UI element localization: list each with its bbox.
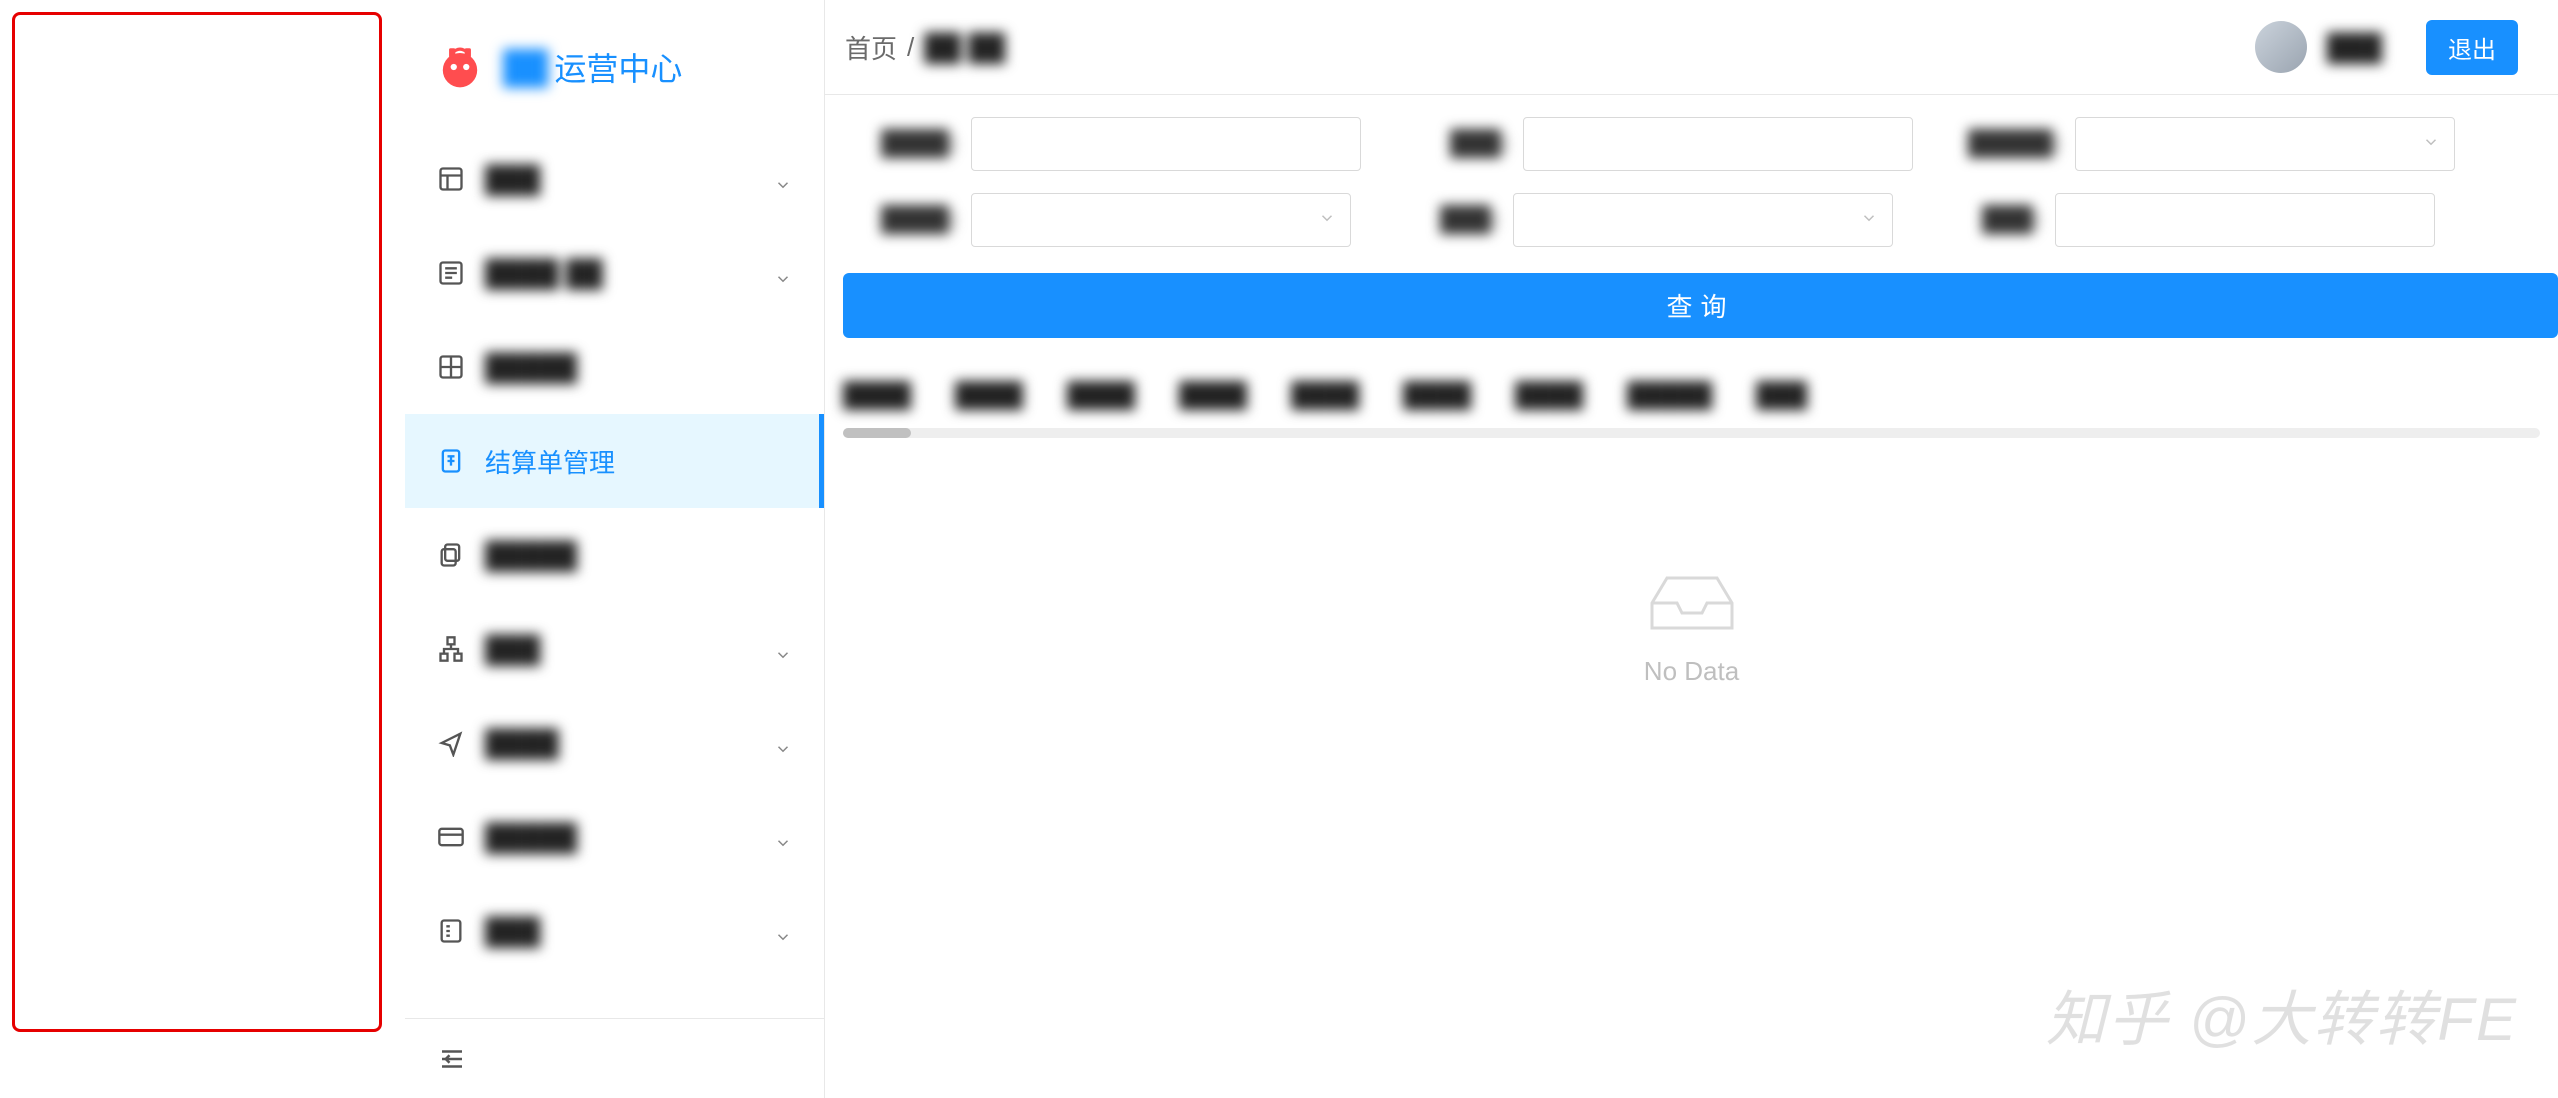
watermark: 知乎 @大转转FE	[2046, 971, 2518, 1058]
collapse-sidebar-icon[interactable]	[437, 1044, 467, 1074]
filter-field-1: ████:	[837, 117, 1361, 171]
chevron-down-icon	[1860, 207, 1878, 233]
filter-row-1: ████: ███: █████:	[825, 95, 2558, 171]
list-icon	[437, 259, 465, 287]
filter-input-6[interactable]	[2055, 193, 2435, 247]
filter-label: █████:	[1941, 130, 2061, 158]
filter-label: ████:	[837, 206, 957, 234]
sidebar-menu: ███ ████ ██ █████ 结算单管理 █████ ███ ████	[405, 132, 824, 1018]
org-icon	[437, 635, 465, 663]
filter-select-4[interactable]	[971, 193, 1351, 247]
filter-select-3[interactable]	[2075, 117, 2455, 171]
filter-row-2: ████: ███: ███:	[825, 171, 2558, 247]
filter-label: ███:	[1921, 206, 2041, 234]
receipt-icon	[437, 447, 465, 475]
chevron-down-icon	[774, 734, 792, 752]
sidebar-item-label: ███	[485, 634, 774, 665]
table-col: █████	[1627, 382, 1712, 410]
filter-field-4: ████:	[837, 193, 1351, 247]
chevron-down-icon	[1318, 207, 1336, 233]
sidebar-item-2[interactable]: █████	[405, 320, 824, 414]
chevron-down-icon	[2422, 131, 2440, 157]
chevron-down-icon	[774, 264, 792, 282]
breadcrumb-home[interactable]: 首页	[845, 29, 897, 66]
table-col: ████	[1067, 382, 1135, 410]
table-header: ████ ████ ████ ████ ████ ████ ████ █████…	[825, 360, 2558, 428]
sidebar-item-label: █████	[485, 540, 792, 571]
module-icon	[437, 165, 465, 193]
card-icon	[437, 823, 465, 851]
breadcrumb: 首页 / ██ ██	[845, 29, 1005, 66]
sidebar-item-label: ███	[485, 916, 774, 947]
brand: ██ 运营中心	[405, 0, 824, 132]
chevron-down-icon	[774, 828, 792, 846]
copy-icon	[437, 541, 465, 569]
brand-title-prefix-blur: ██	[503, 49, 548, 86]
logout-button[interactable]: 退出	[2426, 20, 2518, 75]
filter-field-5: ███:	[1379, 193, 1893, 247]
table-col: ████	[843, 382, 911, 410]
sidebar-item-label: ███	[485, 164, 774, 195]
sidebar-item-label: 结算单管理	[485, 443, 787, 480]
sidebar-item-6[interactable]: ████	[405, 696, 824, 790]
table-col: ████	[1179, 382, 1247, 410]
breadcrumb-current: ██ ██	[924, 32, 1005, 63]
sidebar-item-1[interactable]: ████ ██	[405, 226, 824, 320]
share-icon	[437, 729, 465, 757]
user-area: ███ 退出	[2255, 20, 2518, 75]
filter-field-2: ███:	[1389, 117, 1913, 171]
chevron-down-icon	[774, 170, 792, 188]
table-col: ███	[1756, 382, 1807, 410]
annotation-red-box	[12, 12, 382, 1032]
filter-label: ███:	[1389, 130, 1509, 158]
filter-input-2[interactable]	[1523, 117, 1913, 171]
content: ████: ███: █████: ████:	[825, 95, 2558, 1098]
sidebar-item-label: █████	[485, 352, 792, 383]
sidebar-item-label: █████	[485, 822, 774, 853]
sidebar-footer	[405, 1018, 824, 1098]
filter-label: ████:	[837, 130, 957, 158]
sidebar-item-4[interactable]: █████	[405, 508, 824, 602]
topbar: 首页 / ██ ██ ███ 退出	[825, 0, 2558, 95]
form-icon	[437, 917, 465, 945]
table-col: ████	[1403, 382, 1471, 410]
filter-field-3: █████:	[1941, 117, 2455, 171]
chevron-down-icon	[774, 922, 792, 940]
brand-logo-icon	[435, 42, 485, 92]
table-col: ████	[955, 382, 1023, 410]
filter-select-5[interactable]	[1513, 193, 1893, 247]
avatar[interactable]	[2255, 21, 2307, 73]
table-col: ████	[1515, 382, 1583, 410]
sidebar-item-7[interactable]: █████	[405, 790, 824, 884]
sidebar-item-label: ████	[485, 728, 774, 759]
brand-title: ██ 运营中心	[503, 44, 682, 90]
query-button[interactable]: 查询	[843, 273, 2558, 338]
filter-input-1[interactable]	[971, 117, 1361, 171]
sidebar-item-0[interactable]: ███	[405, 132, 824, 226]
breadcrumb-sep: /	[907, 32, 914, 63]
sidebar-item-5[interactable]: ███	[405, 602, 824, 696]
main: 首页 / ██ ██ ███ 退出 ████: ███: █████:	[825, 0, 2558, 1098]
brand-title-suffix: 运营中心	[554, 44, 682, 90]
grid-icon	[437, 353, 465, 381]
sidebar-item-8[interactable]: ███	[405, 884, 824, 978]
filter-label: ███:	[1379, 206, 1499, 234]
username: ███	[2327, 32, 2382, 63]
sidebar: ██ 运营中心 ███ ████ ██ █████ 结算单管理 █████	[405, 0, 825, 1098]
empty-text: No Data	[1644, 656, 1739, 687]
chevron-down-icon	[774, 640, 792, 658]
horizontal-scrollbar[interactable]	[843, 428, 2540, 438]
table-col: ████	[1291, 382, 1359, 410]
sidebar-item-label: ████ ██	[485, 258, 774, 289]
inbox-empty-icon	[1642, 558, 1742, 638]
filter-field-6: ███:	[1921, 193, 2435, 247]
sidebar-item-settlement[interactable]: 结算单管理	[405, 414, 824, 508]
